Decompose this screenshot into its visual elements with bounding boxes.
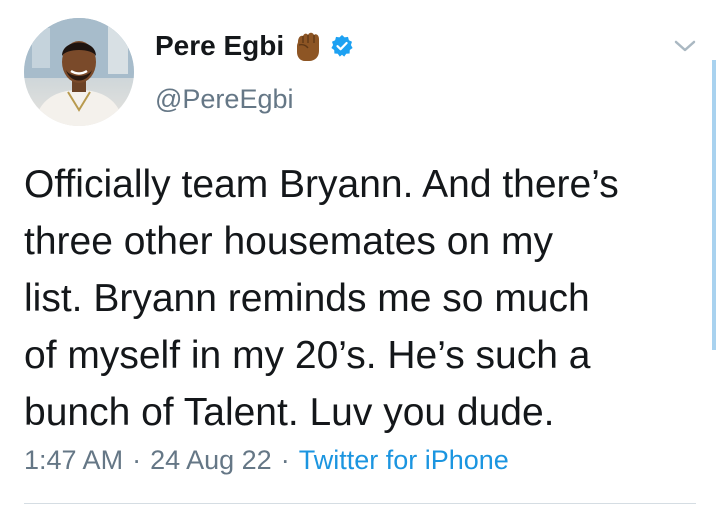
raised-fist-icon <box>292 30 322 62</box>
meta-separator: · <box>280 445 290 475</box>
tweet-time[interactable]: 1:47 AM <box>24 445 123 476</box>
tweet-card: Pere Egbi @PereEgbi Officially team Brya… <box>0 0 720 509</box>
profile-avatar[interactable] <box>24 18 134 126</box>
tweet-text-line: Officially team Bryann. And there’s <box>24 163 619 206</box>
tweet-source-link[interactable]: Twitter for iPhone <box>299 445 509 476</box>
tweet-text-line: of myself in my 20’s. He’s such a <box>24 334 591 377</box>
chevron-down-icon[interactable] <box>672 36 698 56</box>
tweet-text-line: bunch of Talent. Luv you dude. <box>24 391 555 434</box>
avatar-photo-icon <box>24 18 134 126</box>
meta-separator: · <box>132 445 142 475</box>
tweet-text-line: three other housemates on my <box>24 220 553 263</box>
tweet-meta: 1:47 AM · 24 Aug 22 · Twitter for iPhone <box>24 445 509 476</box>
tweet-text-line: list. Bryann reminds me so much <box>24 277 590 320</box>
verified-badge-icon <box>330 34 354 58</box>
scrollbar[interactable] <box>712 60 716 350</box>
divider <box>24 503 696 504</box>
author-display-name[interactable]: Pere Egbi <box>155 30 284 62</box>
tweet-date[interactable]: 24 Aug 22 <box>150 445 272 476</box>
tweet-text: Officially team Bryann. And there’s thre… <box>24 156 704 441</box>
author-name-row: Pere Egbi <box>155 30 354 62</box>
author-handle[interactable]: @PereEgbi <box>155 84 293 115</box>
